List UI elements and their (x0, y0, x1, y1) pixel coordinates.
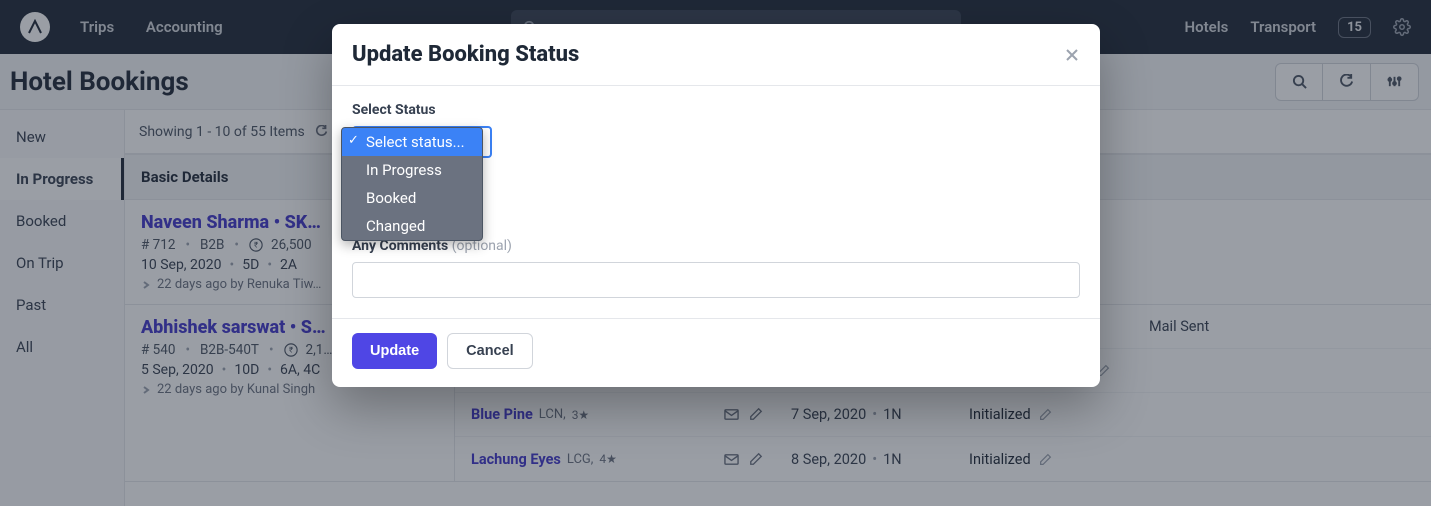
update-status-modal: Update Booking Status Select Status Sele… (332, 24, 1100, 387)
status-dropdown: Select status...In ProgressBookedChanged (341, 127, 483, 241)
modal-footer: Update Cancel (332, 318, 1100, 387)
status-option[interactable]: In Progress (342, 156, 482, 184)
cancel-button[interactable]: Cancel (447, 333, 533, 369)
update-button[interactable]: Update (352, 333, 437, 369)
status-option[interactable]: Booked (342, 184, 482, 212)
status-option[interactable]: Changed (342, 212, 482, 240)
select-status-label: Select Status (352, 102, 1080, 118)
status-option[interactable]: Select status... (342, 128, 482, 156)
modal-body: Select Status Select status...In Progres… (332, 86, 1100, 318)
comments-input[interactable] (352, 262, 1080, 298)
modal-header: Update Booking Status (332, 24, 1100, 86)
status-select[interactable]: Select status...In ProgressBookedChanged (352, 126, 492, 158)
modal-close-button[interactable] (1064, 47, 1080, 63)
modal-title: Update Booking Status (352, 42, 579, 67)
